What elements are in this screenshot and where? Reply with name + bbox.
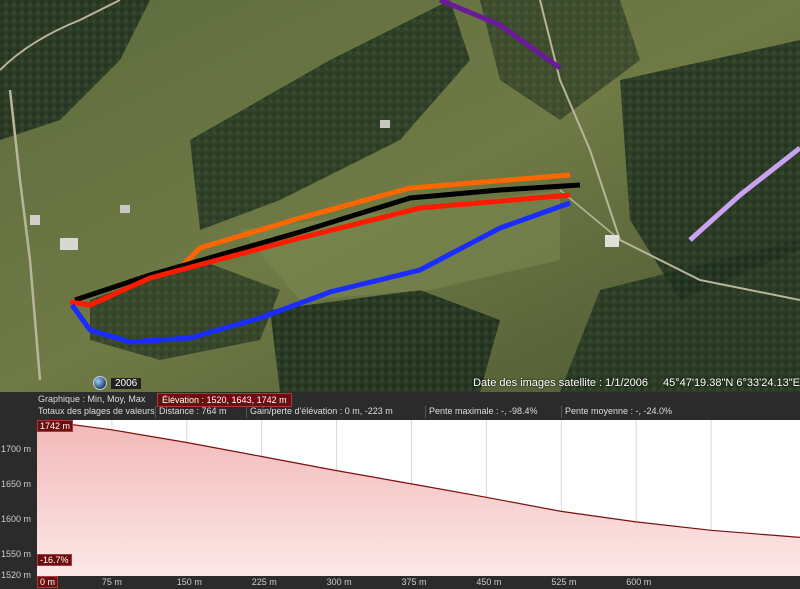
max-slope-stat: Pente maximale : -, -98.4% xyxy=(425,406,538,418)
distance-stat: Distance : 764 m xyxy=(155,406,227,418)
year-badge[interactable]: 2006 xyxy=(93,376,142,390)
map-footer: 2006 Date des images satellite : 1/1/200… xyxy=(0,375,800,392)
graph-header: Graphique : Min, Moy, Max Élévation : 15… xyxy=(0,393,800,407)
x-tick-label: 75 m xyxy=(101,577,122,587)
y-tick-label: 1700 m xyxy=(1,443,32,454)
start-distance-tag: 0 m xyxy=(37,576,59,588)
globe-icon xyxy=(93,376,107,390)
totals-label: Totaux des plages de valeurs xyxy=(38,406,155,416)
elevation-gain-stat: Gain/perte d'élévation : 0 m, -223 m xyxy=(246,406,393,418)
slope-tag: -16.7% xyxy=(37,554,72,566)
x-tick-label: 525 m xyxy=(551,577,577,587)
imagery-year: 2006 xyxy=(111,377,142,389)
elevation-profile-panel: Graphique : Min, Moy, Max Élévation : 15… xyxy=(0,392,800,589)
image-date-label: Date des images satellite : 1/1/2006 xyxy=(473,377,648,389)
coordinates-readout: 45°47'19.38"N 6°33'24.13"E xyxy=(662,377,800,389)
elevation-summary: Élévation : 1520, 1643, 1742 m xyxy=(157,393,292,407)
graph-label[interactable]: Graphique : Min, Moy, Max xyxy=(38,394,145,404)
x-tick-label: 225 m xyxy=(251,577,277,587)
elevation-area xyxy=(37,420,800,576)
elevation-chart-svg xyxy=(36,419,800,576)
x-tick-label: 600 m xyxy=(626,577,652,587)
x-tick-label: 450 m xyxy=(476,577,502,587)
building xyxy=(605,235,619,247)
x-tick-label: 300 m xyxy=(326,577,352,587)
building xyxy=(60,238,78,250)
satellite-map-view[interactable]: 2006 Date des images satellite : 1/1/200… xyxy=(0,0,800,392)
max-elevation-tag: 1742 m xyxy=(37,420,74,432)
stats-row: Totaux des plages de valeurs Distance : … xyxy=(0,406,800,418)
x-tick-label: 375 m xyxy=(401,577,427,587)
y-tick-label: 1650 m xyxy=(1,478,32,489)
elevation-chart[interactable]: 1742 m -16.7% xyxy=(36,419,800,576)
x-tick-label: 150 m xyxy=(176,577,202,587)
avg-slope-stat: Pente moyenne : -, -24.0% xyxy=(561,406,672,418)
y-tick-label: 1600 m xyxy=(1,513,32,524)
building xyxy=(30,215,40,225)
y-tick-label: 1550 m xyxy=(1,548,32,559)
y-tick-label: 1520 m xyxy=(1,570,32,580)
building xyxy=(380,120,390,128)
building xyxy=(120,205,130,213)
